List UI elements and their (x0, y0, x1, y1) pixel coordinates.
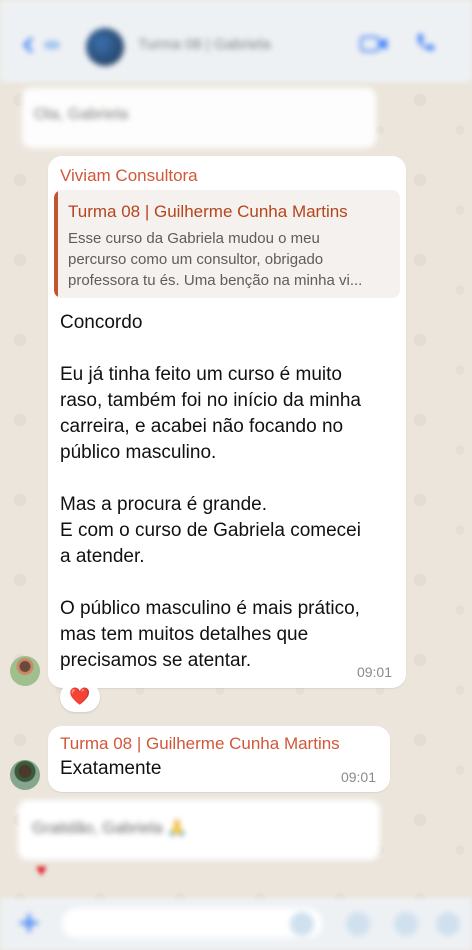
message-timestamp: 09:01 (340, 769, 376, 785)
quoted-sender: Turma 08 | Guilherme Cunha Martins (68, 202, 348, 221)
message-line: a atender. (60, 546, 145, 567)
quoted-line: percurso como um consultor, obrigado (68, 251, 324, 268)
message-text: Exatamente (60, 758, 162, 779)
phone-icon[interactable] (414, 32, 436, 54)
camera-icon[interactable] (394, 912, 418, 936)
previous-message-text: Ola, Gabriela (34, 106, 129, 123)
message-timestamp: 09:01 (356, 664, 392, 680)
heart-icon: ❤️ (69, 687, 91, 706)
message-text: Concordo Eu já tinha feito um curso é mu… (60, 310, 390, 674)
quoted-message[interactable]: Turma 08 | Guilherme Cunha Martins Esse … (54, 190, 400, 298)
message-line: Mas a procura é grande. (60, 494, 268, 515)
sender-avatar[interactable] (10, 760, 40, 790)
quoted-text: Esse curso da Gabriela mudou o meu percu… (68, 228, 394, 291)
message-line: raso, também foi no início da minha (60, 390, 361, 411)
heart-icon: ♥ (36, 860, 47, 880)
next-message-text: Gratidão, Gabriela 🙏 (32, 820, 188, 837)
message-line: público masculino. (60, 442, 217, 463)
message-input-bar (0, 898, 472, 950)
message-line: carreira, e acabei não focando no (60, 416, 344, 437)
next-message[interactable]: Gratidão, Gabriela 🙏 (18, 800, 380, 860)
sticker-icon[interactable] (290, 912, 314, 936)
message-line: precisamos se atentar. (60, 650, 252, 671)
video-call-icon[interactable] (360, 34, 388, 54)
camera-icon[interactable] (346, 912, 370, 936)
message-bubble[interactable]: Viviam Consultora Turma 08 | Guilherme C… (48, 156, 406, 688)
message-line: mas tem muitos detalhes que (60, 624, 309, 645)
quoted-line: professora tu és. Uma benção na minha vi… (68, 272, 363, 289)
plus-icon[interactable] (18, 912, 40, 934)
sender-avatar[interactable] (10, 656, 40, 686)
previous-message[interactable]: Ola, Gabriela (22, 88, 376, 148)
message-sender[interactable]: Turma 08 | Guilherme Cunha Martins (60, 734, 340, 754)
message-line: O público masculino é mais prático, (60, 598, 360, 619)
message-input[interactable] (62, 908, 322, 938)
heart-reaction[interactable]: ❤️ (60, 682, 100, 712)
message-line: Concordo (60, 312, 143, 333)
message-line: Eu já tinha feito um curso é muito (60, 364, 342, 385)
microphone-icon[interactable] (436, 912, 460, 936)
message-line: E com o curso de Gabriela comecei (60, 520, 361, 541)
chat-header: Turma 08 | Gabriela (0, 0, 472, 82)
message-bubble[interactable]: Turma 08 | Guilherme Cunha Martins Exata… (48, 726, 390, 792)
quote-accent-bar (54, 190, 58, 298)
message-sender[interactable]: Viviam Consultora (60, 166, 198, 186)
quoted-line: Esse curso da Gabriela mudou o meu (68, 230, 320, 247)
chevron-left-icon[interactable] (22, 36, 66, 54)
group-avatar[interactable] (86, 28, 124, 66)
chat-title[interactable]: Turma 08 | Gabriela (138, 36, 338, 52)
